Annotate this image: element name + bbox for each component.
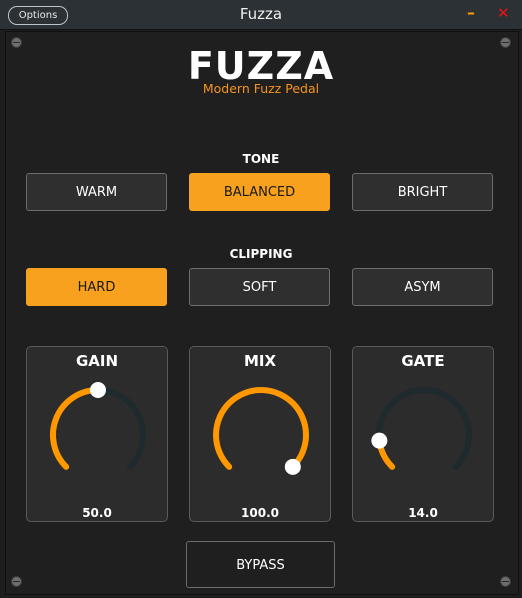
tone-balanced-button[interactable]: BALANCED bbox=[189, 173, 330, 211]
plugin-window: Options Fuzza – ✕ FUZZA Modern Fuzz Peda… bbox=[0, 0, 522, 598]
tone-label: TONE bbox=[242, 152, 280, 166]
knob-track bbox=[376, 387, 472, 470]
minimize-icon[interactable]: – bbox=[467, 3, 481, 23]
gain-knob[interactable] bbox=[27, 347, 169, 523]
gate-knob[interactable] bbox=[353, 347, 495, 523]
mix-knob[interactable] bbox=[190, 347, 332, 523]
knob-value-arc bbox=[213, 387, 309, 470]
pedal-subtitle: Modern Fuzz Pedal bbox=[202, 81, 320, 96]
gain-knob-panel: GAIN 50.0 bbox=[26, 346, 168, 522]
gate-knob-panel: GATE 14.0 bbox=[352, 346, 494, 522]
screw-icon bbox=[500, 576, 511, 587]
screw-icon bbox=[11, 576, 22, 587]
tone-warm-button[interactable]: WARM bbox=[26, 173, 167, 211]
gate-knob-value: 14.0 bbox=[408, 506, 438, 520]
mix-knob-value: 100.0 bbox=[241, 506, 279, 520]
knob-handle[interactable] bbox=[90, 382, 106, 398]
window-title: Fuzza bbox=[239, 5, 283, 23]
knob-handle[interactable] bbox=[371, 432, 388, 449]
title-bar: Options Fuzza – ✕ bbox=[0, 0, 522, 30]
clipping-hard-button[interactable]: HARD bbox=[26, 268, 167, 306]
mix-knob-panel: MIX 100.0 bbox=[189, 346, 331, 522]
gain-knob-value: 50.0 bbox=[82, 506, 112, 520]
clipping-asym-button[interactable]: ASYM bbox=[352, 268, 493, 306]
clipping-label: CLIPPING bbox=[229, 247, 293, 261]
knob-value-arc bbox=[50, 387, 101, 470]
clipping-soft-button[interactable]: SOFT bbox=[189, 268, 330, 306]
bypass-button[interactable]: BYPASS bbox=[186, 541, 335, 588]
close-icon[interactable]: ✕ bbox=[497, 3, 511, 23]
tone-bright-button[interactable]: BRIGHT bbox=[352, 173, 493, 211]
knob-handle[interactable] bbox=[284, 458, 301, 475]
